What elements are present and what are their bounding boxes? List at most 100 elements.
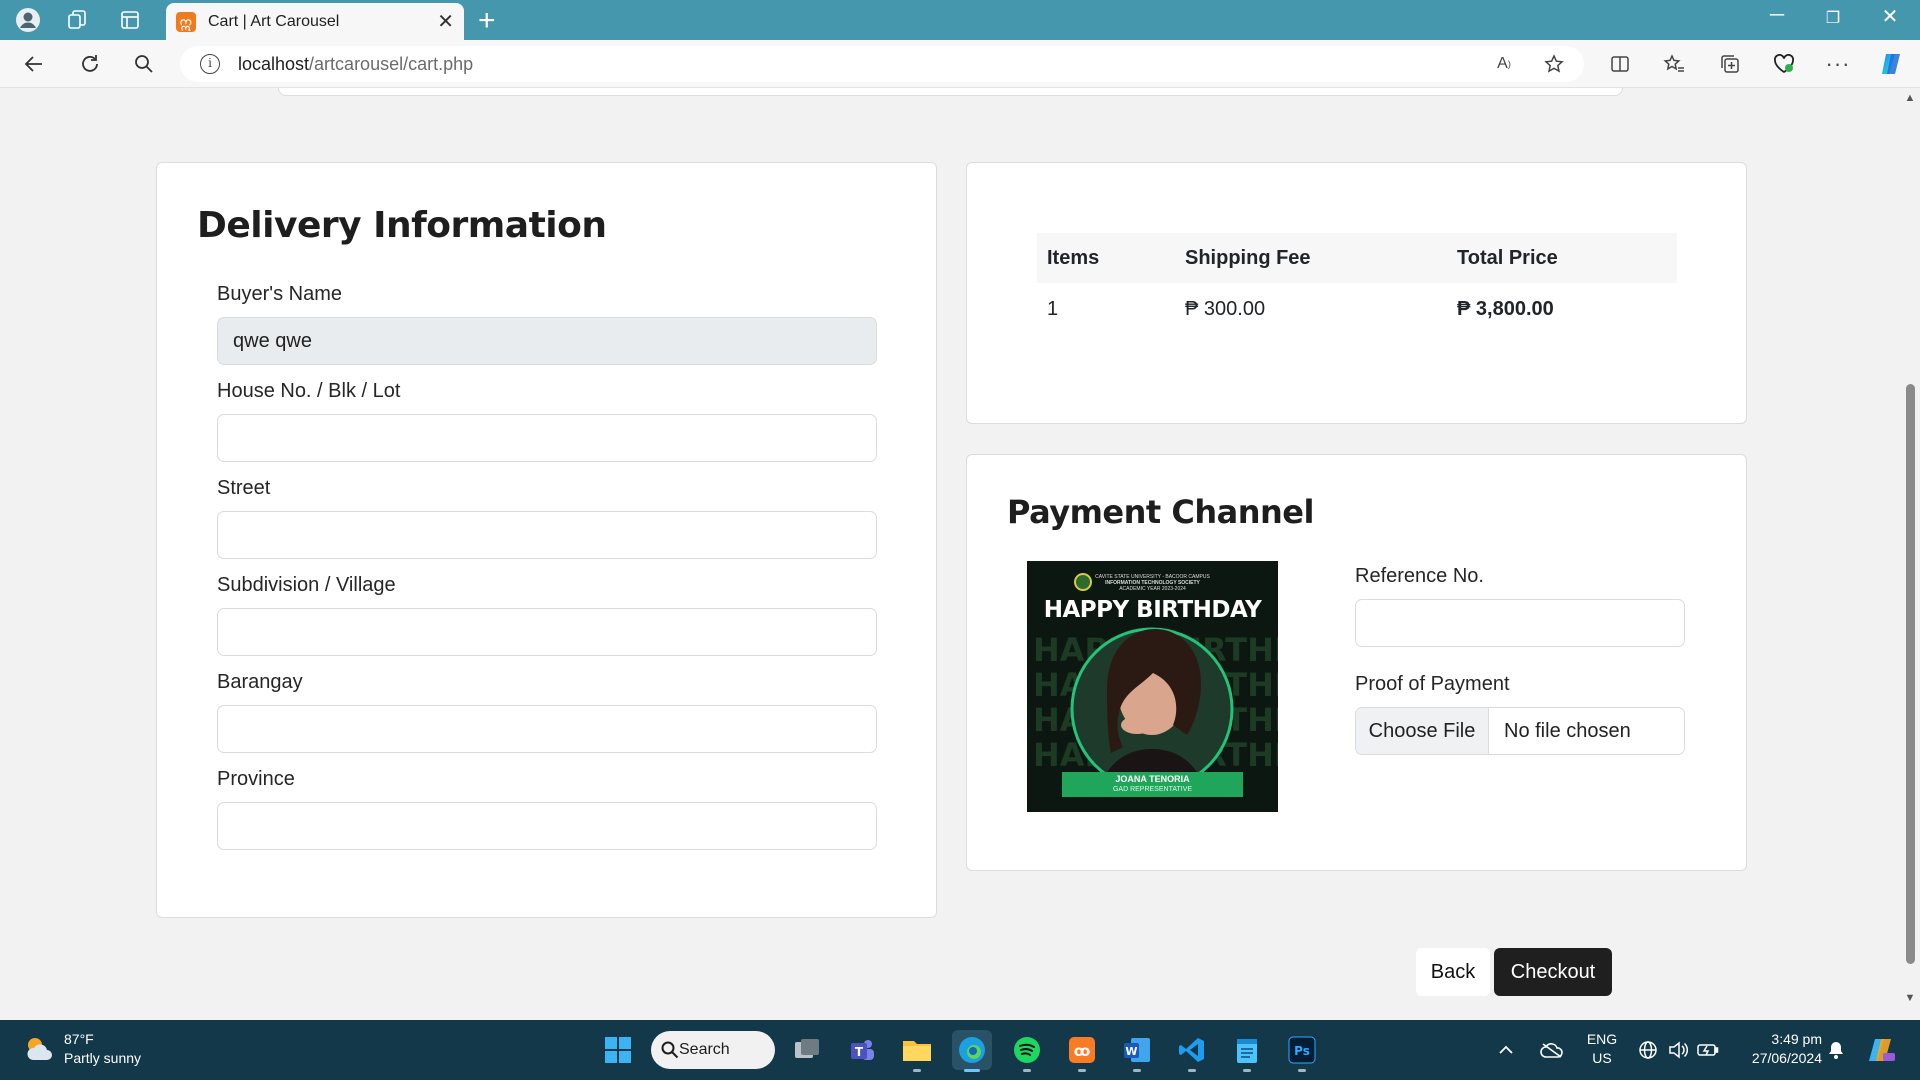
tab-title: Cart | Art Carousel: [208, 12, 340, 30]
poster-role: GAD REPRESENTATIVE: [1112, 786, 1193, 793]
table-header-row: Items Shipping Fee Total Price: [1037, 233, 1677, 283]
read-aloud-icon[interactable]: A): [1488, 48, 1520, 80]
close-window-button[interactable]: ✕: [1870, 4, 1910, 29]
delivery-information-card: Delivery Information Buyer's Name qwe qw…: [156, 162, 937, 918]
proof-of-payment-label: Proof of Payment: [1355, 673, 1510, 695]
task-view-icon[interactable]: [787, 1030, 827, 1070]
browser-titlebar: ဣ Cart | Art Carousel ✕ + ─ ❐ ✕: [0, 0, 1920, 40]
svg-text:W: W: [1125, 1045, 1137, 1058]
browser-essentials-icon[interactable]: [1768, 48, 1800, 80]
onedrive-icon[interactable]: [1534, 1030, 1570, 1070]
url-bar[interactable]: i localhost/artcarousel/cart.php: [180, 46, 1584, 82]
taskbar-search-label: Search: [679, 1041, 730, 1058]
copilot-taskbar-icon[interactable]: [1862, 1030, 1902, 1070]
buyer-name-label: Buyer's Name: [217, 283, 342, 305]
file-explorer-icon[interactable]: [897, 1030, 937, 1072]
items-count: 1: [1047, 297, 1059, 320]
profile-icon[interactable]: [14, 6, 42, 34]
refresh-icon[interactable]: [74, 48, 106, 80]
teams-icon[interactable]: T: [842, 1030, 882, 1070]
poster-org-line3: ACADEMIC YEAR 2023-2024: [1119, 586, 1186, 592]
proof-of-payment-input[interactable]: Choose File No file chosen: [1355, 707, 1685, 755]
temperature-text: 87°F: [64, 1031, 94, 1047]
favorites-icon[interactable]: [1658, 48, 1690, 80]
vscode-icon[interactable]: [1172, 1030, 1212, 1072]
svg-text:Ps: Ps: [1294, 1044, 1310, 1058]
street-input[interactable]: [217, 511, 877, 559]
search-icon[interactable]: [128, 48, 160, 80]
url-path: /artcarousel/cart.php: [309, 53, 474, 74]
windows-taskbar: 87°F Partly sunny Search T ꝏ W Ps ENG US…: [0, 1020, 1920, 1080]
xampp-icon: ဣ: [176, 11, 196, 32]
partly-sunny-icon: [24, 1034, 54, 1064]
taskbar-search-icon: [661, 1041, 679, 1059]
tab-cart[interactable]: ဣ Cart | Art Carousel ✕: [166, 3, 464, 40]
favorite-star-icon[interactable]: [1538, 48, 1570, 80]
order-summary-card: Items Shipping Fee Total Price 1 ₱ 300.0…: [966, 162, 1747, 424]
clock[interactable]: 3:49 pm 27/06/2024: [1730, 1030, 1822, 1068]
edge-browser-icon[interactable]: [952, 1030, 992, 1072]
url-host: localhost: [238, 53, 310, 74]
new-tab-button[interactable]: +: [478, 4, 496, 38]
choose-file-button[interactable]: Choose File: [1356, 708, 1489, 754]
subdivision-label: Subdivision / Village: [217, 574, 396, 596]
region-text: US: [1592, 1050, 1612, 1066]
notification-bell-icon[interactable]: [1822, 1030, 1850, 1070]
barangay-input[interactable]: [217, 705, 877, 753]
total-price-value: ₱ 3,800.00: [1457, 297, 1554, 320]
previous-card-edge: [278, 88, 1623, 96]
spotify-icon[interactable]: [1007, 1030, 1047, 1072]
network-icon[interactable]: [1634, 1030, 1662, 1070]
page-scrollbar[interactable]: ▲ ▼: [1900, 88, 1920, 1020]
total-price-header: Total Price: [1457, 246, 1558, 269]
notepad-icon[interactable]: [1227, 1030, 1267, 1072]
battery-icon[interactable]: [1694, 1030, 1722, 1070]
copilot-icon[interactable]: [1876, 48, 1908, 80]
restore-button[interactable]: ❐: [1813, 8, 1853, 28]
collections-icon[interactable]: [1714, 48, 1746, 80]
back-arrow-icon[interactable]: [18, 48, 50, 80]
minimize-button[interactable]: ─: [1757, 4, 1797, 27]
vertical-tabs-icon[interactable]: [116, 6, 144, 34]
street-label: Street: [217, 477, 271, 499]
language-indicator[interactable]: ENG US: [1582, 1030, 1622, 1068]
subdivision-input[interactable]: [217, 608, 877, 656]
word-icon[interactable]: W: [1117, 1030, 1157, 1072]
reference-no-input[interactable]: [1355, 599, 1685, 647]
svg-text:T: T: [855, 1045, 864, 1059]
poster-name: JOANA TENORIA: [1115, 774, 1190, 784]
time-text: 3:49 pm: [1771, 1031, 1822, 1047]
split-screen-icon[interactable]: [1604, 48, 1636, 80]
scrollbar-thumb[interactable]: [1906, 384, 1915, 964]
items-header: Items: [1047, 246, 1100, 269]
back-button[interactable]: Back: [1416, 948, 1490, 996]
file-status-text: No file chosen: [1504, 719, 1631, 742]
close-tab-icon[interactable]: ✕: [437, 9, 454, 34]
taskbar-search[interactable]: Search: [651, 1031, 775, 1069]
barangay-label: Barangay: [217, 671, 303, 693]
buyer-name-input[interactable]: qwe qwe: [217, 317, 877, 365]
scroll-down-arrow-icon[interactable]: ▼: [1904, 992, 1916, 1004]
weather-text: Partly sunny: [64, 1050, 142, 1066]
site-info-icon[interactable]: i: [200, 54, 220, 74]
poster-headline: HAPPY BIRTHDAY: [1043, 597, 1262, 623]
payment-channel-image: HAPPY BIRTHDAY HAPPY BIRTHDAY HAPPY BIRT…: [1027, 561, 1278, 812]
language-text: ENG: [1586, 1031, 1618, 1047]
more-options-icon[interactable]: ···: [1822, 48, 1854, 80]
house-no-input[interactable]: [217, 414, 877, 462]
reference-no-label: Reference No.: [1355, 565, 1484, 587]
photoshop-icon[interactable]: Ps: [1282, 1030, 1322, 1072]
checkout-button[interactable]: Checkout: [1494, 948, 1612, 996]
svg-text:ꝏ: ꝏ: [1074, 1042, 1091, 1060]
date-text: 27/06/2024: [1751, 1050, 1822, 1066]
windows-start-icon[interactable]: [598, 1030, 638, 1070]
payment-channel-card: Payment Channel HAPPY BIRTHDAY HAPPY BIR…: [966, 454, 1747, 871]
province-input[interactable]: [217, 802, 877, 850]
chevron-up-icon[interactable]: [1492, 1030, 1520, 1070]
xampp-icon[interactable]: ꝏ: [1062, 1030, 1102, 1072]
scroll-up-arrow-icon[interactable]: ▲: [1904, 92, 1916, 104]
workspaces-icon[interactable]: [63, 6, 91, 34]
address-toolbar: i localhost/artcarousel/cart.php A) ···: [0, 40, 1920, 88]
volume-icon[interactable]: [1664, 1030, 1692, 1070]
weather-widget[interactable]: 87°F Partly sunny: [24, 1030, 141, 1068]
